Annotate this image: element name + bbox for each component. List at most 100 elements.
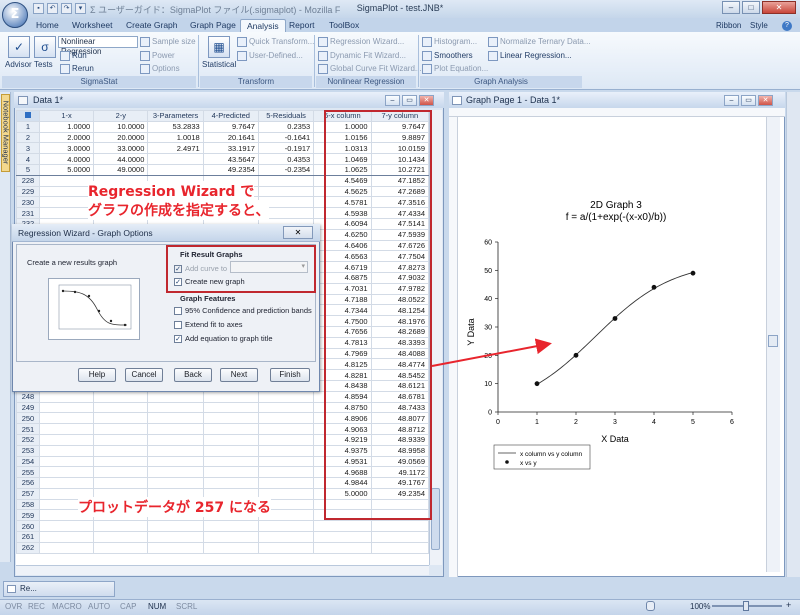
close-app-button[interactable]: ✕ [762, 1, 796, 14]
run-button[interactable]: Run [60, 51, 87, 61]
table-cell[interactable] [38, 455, 95, 468]
style-dropdown[interactable]: Style [750, 21, 768, 30]
table-cell[interactable] [370, 520, 429, 533]
data-restore-button[interactable]: ▭ [402, 95, 417, 106]
table-cell[interactable] [370, 541, 429, 554]
table-cell[interactable]: 1.0018 [147, 131, 204, 144]
graph-page-canvas[interactable]: 2D Graph 3 f = a/(1+exp(-(x-x0)/b)) 0 1 2 3… [458, 117, 764, 572]
tab-toolbox[interactable]: ToolBox [323, 19, 365, 32]
table-cell[interactable] [93, 444, 149, 457]
quick-access-dropdown-icon[interactable]: ▾ [75, 3, 86, 14]
redo-icon[interactable]: ↷ [61, 3, 72, 14]
table-cell[interactable]: 44.0000 [93, 153, 149, 165]
smoothers-button[interactable]: Smoothers [422, 51, 473, 61]
workspace-scrollbar[interactable] [786, 92, 800, 577]
worksheet-scroll-thumb[interactable] [431, 488, 440, 550]
table-cell[interactable] [38, 174, 95, 187]
row-number[interactable]: 251 [16, 423, 40, 435]
graph-restore-button[interactable]: ▭ [741, 95, 756, 106]
table-cell[interactable] [147, 401, 204, 414]
row-number[interactable]: 258 [16, 498, 40, 511]
dialog-close-button[interactable]: ✕ [283, 226, 313, 239]
table-cell[interactable] [93, 412, 149, 425]
row-number[interactable]: 228 [16, 174, 40, 187]
row-number[interactable]: 249 [16, 401, 40, 414]
finish-button[interactable]: Finish [270, 368, 310, 382]
table-cell[interactable] [202, 444, 259, 457]
tab-home[interactable]: Home [30, 19, 65, 32]
column-header[interactable]: 5-Residuals [257, 110, 315, 122]
table-cell[interactable] [257, 531, 315, 543]
table-cell[interactable] [38, 196, 95, 209]
statistical-icon[interactable]: ▦ [208, 36, 230, 58]
row-number[interactable]: 230 [16, 196, 40, 209]
table-cell[interactable] [93, 455, 149, 468]
table-cell[interactable]: 4.0000 [38, 153, 95, 165]
table-cell[interactable] [147, 153, 204, 165]
column-header[interactable]: 3-Parameters [147, 110, 204, 122]
statistical-button[interactable]: Statistical [202, 60, 236, 69]
table-cell[interactable]: 20.1641 [202, 131, 259, 144]
table-cell[interactable] [38, 185, 95, 198]
table-cell[interactable]: 33.1917 [202, 142, 259, 155]
table-cell[interactable] [38, 412, 95, 425]
linear-regression-button[interactable]: Linear Regression... [488, 51, 572, 61]
graph-scroll-thumb[interactable] [768, 335, 778, 347]
table-cell[interactable]: 3.0000 [38, 142, 95, 155]
table-cell[interactable] [93, 541, 149, 554]
graph-close-button[interactable]: ✕ [758, 95, 773, 106]
table-cell[interactable]: -0.1917 [257, 142, 315, 155]
row-number[interactable]: 252 [16, 433, 40, 446]
table-cell[interactable] [202, 466, 259, 479]
column-header[interactable]: 4-Predicted [202, 110, 259, 122]
tests-button[interactable]: Tests [34, 60, 53, 69]
table-cell[interactable]: 10.0000 [93, 120, 149, 133]
table-cell[interactable] [93, 531, 149, 543]
table-cell[interactable] [147, 477, 204, 489]
table-cell[interactable] [38, 531, 95, 543]
row-number[interactable]: 229 [16, 185, 40, 198]
maximize-app-button[interactable]: □ [742, 1, 760, 14]
table-cell[interactable] [147, 433, 204, 446]
normalize-ternary-button[interactable]: Normalize Ternary Data... [488, 37, 591, 47]
table-cell[interactable] [202, 477, 259, 489]
quick-transform-button[interactable]: Quick Transform... [237, 37, 314, 47]
row-number[interactable]: 261 [16, 531, 40, 543]
table-cell[interactable] [93, 401, 149, 414]
row-number[interactable]: 248 [16, 390, 40, 403]
table-cell[interactable]: 2.0000 [38, 131, 95, 144]
table-cell[interactable] [147, 444, 204, 457]
ribbon-toggle[interactable]: Ribbon [716, 21, 741, 30]
tab-create-graph[interactable]: Create Graph [120, 19, 184, 32]
next-button[interactable]: Next [220, 368, 258, 382]
table-cell[interactable]: 2.4971 [147, 142, 204, 155]
regression-wizard-button[interactable]: Regression Wizard... [318, 37, 404, 47]
table-cell[interactable] [313, 520, 372, 533]
table-cell[interactable] [147, 423, 204, 435]
tab-worksheet[interactable]: Worksheet [66, 19, 118, 32]
tests-icon[interactable]: σ [34, 36, 56, 58]
table-cell[interactable] [93, 466, 149, 479]
hand-tool-icon[interactable] [646, 601, 655, 611]
table-cell[interactable]: 1.0000 [38, 120, 95, 133]
table-cell[interactable] [202, 412, 259, 425]
table-cell[interactable] [38, 401, 95, 414]
table-cell[interactable] [38, 207, 95, 219]
table-cell[interactable] [147, 520, 204, 533]
row-number[interactable]: 259 [16, 509, 40, 522]
save-icon[interactable]: ▪ [33, 3, 44, 14]
sample-size-button[interactable]: Sample size [140, 37, 196, 47]
table-cell[interactable] [38, 520, 95, 533]
table-cell[interactable] [257, 444, 315, 457]
table-cell[interactable] [147, 466, 204, 479]
cancel-button[interactable]: Cancel [125, 368, 163, 382]
tab-analysis[interactable]: Analysis [240, 19, 286, 32]
table-cell[interactable] [38, 444, 95, 457]
table-cell[interactable] [257, 520, 315, 533]
row-number[interactable]: 260 [16, 520, 40, 533]
table-cell[interactable] [257, 174, 315, 187]
rerun-button[interactable]: Rerun [60, 64, 94, 74]
dynamic-fit-wizard-button[interactable]: Dynamic Fit Wizard... [318, 51, 406, 61]
table-cell[interactable] [93, 390, 149, 403]
row-number[interactable]: 257 [16, 487, 40, 500]
